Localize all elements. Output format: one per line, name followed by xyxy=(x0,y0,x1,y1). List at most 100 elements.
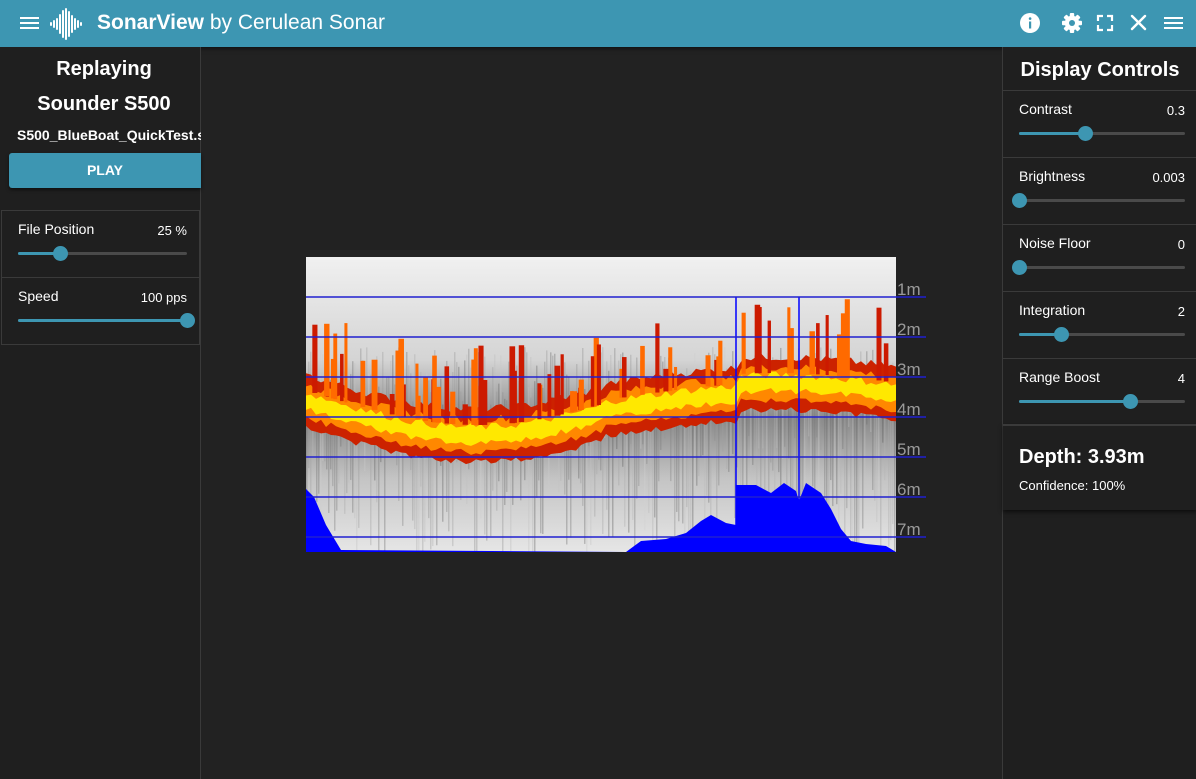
app-title-suffix: by Cerulean Sonar xyxy=(204,11,385,34)
echo-spike xyxy=(423,376,428,421)
noise-streak xyxy=(876,401,878,523)
echo-spike xyxy=(663,368,669,392)
slider-thumb[interactable] xyxy=(1012,193,1027,208)
playback-controls: File Position 25 % Speed 100 pps xyxy=(1,210,200,345)
menu-icon[interactable] xyxy=(1162,12,1184,34)
file-position-slider[interactable] xyxy=(18,246,187,261)
echo-spike xyxy=(596,344,601,406)
brightness-control: Brightness 0.003 xyxy=(1003,158,1196,225)
slider-thumb[interactable] xyxy=(180,313,195,328)
confidence-value: Confidence: 100% xyxy=(1019,478,1126,493)
speed-label: Speed xyxy=(18,288,59,304)
echo-spike xyxy=(560,354,564,415)
menu-icon[interactable] xyxy=(19,13,41,33)
fullscreen-icon[interactable] xyxy=(1094,12,1116,34)
echo-spike xyxy=(395,350,399,416)
display-controls-heading: Display Controls xyxy=(1020,59,1180,81)
noise-streak xyxy=(408,365,410,410)
echo-spike xyxy=(324,323,330,397)
echo-spike xyxy=(836,334,842,376)
echo-spike xyxy=(655,323,660,393)
depth-readout: Depth: 3.93m Confidence: 100% xyxy=(1003,424,1196,510)
brightness-slider[interactable] xyxy=(1012,193,1185,208)
noise-streak xyxy=(508,361,510,410)
integration-slider[interactable] xyxy=(1019,327,1185,342)
range-boost-label: Range Boost xyxy=(1019,369,1100,385)
noise-streak xyxy=(854,395,856,551)
echo-spike xyxy=(883,343,889,382)
depth-label: 7m xyxy=(897,520,921,539)
brightness-label: Brightness xyxy=(1019,168,1086,184)
display-controls-card: Contrast 0.3 Brightness 0.003 Noise Floo… xyxy=(1003,90,1196,425)
slider-thumb[interactable] xyxy=(1053,327,1069,342)
echo-spike xyxy=(590,356,595,407)
replay-panel: Replaying Sounder S500 S500_BlueBoat_Qui… xyxy=(0,47,201,779)
noise-streak xyxy=(894,402,896,552)
depth-label: 2m xyxy=(897,320,921,339)
echo-spike xyxy=(537,383,542,420)
range-boost-slider[interactable] xyxy=(1019,394,1185,409)
echo-spike xyxy=(450,391,456,425)
depth-label: 6m xyxy=(897,480,921,499)
echo-spike xyxy=(333,333,338,400)
contrast-slider[interactable] xyxy=(1019,126,1185,141)
echo-spike xyxy=(572,391,578,412)
echo-spike xyxy=(816,323,820,375)
info-icon[interactable] xyxy=(1019,12,1041,34)
noise-streak xyxy=(778,405,780,473)
contrast-control: Contrast 0.3 xyxy=(1003,91,1196,158)
integration-control: Integration 2 xyxy=(1003,292,1196,359)
display-controls-panel: Display Controls Contrast 0.3 Brightness… xyxy=(1002,47,1196,779)
echo-spike xyxy=(389,393,395,415)
file-position-label: File Position xyxy=(18,221,95,237)
app-title-brand: SonarView xyxy=(97,11,204,34)
app-bar: SonarView by Cerulean Sonar xyxy=(0,0,1196,47)
slider-fill xyxy=(1019,132,1086,135)
depth-label: 4m xyxy=(897,400,921,419)
integration-label: Integration xyxy=(1019,302,1086,318)
noise-streak xyxy=(800,404,802,511)
slider-thumb[interactable] xyxy=(1078,126,1094,141)
noise-streak xyxy=(602,347,604,534)
app-title: SonarView by Cerulean Sonar xyxy=(97,11,385,35)
close-icon[interactable] xyxy=(1128,12,1150,34)
file-position-control: File Position 25 % xyxy=(2,211,199,278)
slider-thumb[interactable] xyxy=(1012,260,1027,275)
replay-heading: Replaying xyxy=(56,58,152,80)
gear-icon[interactable] xyxy=(1061,12,1083,34)
noise-floor-value: 0 xyxy=(1177,237,1185,252)
echo-spike xyxy=(512,370,517,423)
contrast-value: 0.3 xyxy=(1166,103,1185,118)
speed-control: Speed 100 pps xyxy=(2,278,199,345)
speed-slider[interactable] xyxy=(18,313,195,328)
noise-streak xyxy=(874,405,876,501)
slider-thumb[interactable] xyxy=(1123,394,1139,409)
brightness-value: 0.003 xyxy=(1152,170,1185,185)
echo-spike xyxy=(787,307,791,374)
noise-streak xyxy=(458,366,460,411)
echo-spike xyxy=(578,379,584,410)
slider-thumb[interactable] xyxy=(53,246,69,261)
echo-spike xyxy=(518,345,525,423)
noise-floor-slider[interactable] xyxy=(1012,260,1185,275)
depth-label: 5m xyxy=(897,440,921,459)
echo-spike xyxy=(556,395,561,416)
echo-spike xyxy=(444,366,450,424)
echo-spike xyxy=(312,324,318,393)
speed-value: 100 pps xyxy=(140,290,187,305)
echo-spike xyxy=(668,347,673,391)
slider-fill xyxy=(1019,400,1131,403)
noise-streak xyxy=(836,399,838,505)
echo-spike xyxy=(478,362,484,425)
noise-floor-label: Noise Floor xyxy=(1019,235,1091,251)
noise-floor-control: Noise Floor 0 xyxy=(1003,225,1196,292)
echo-spike xyxy=(741,312,746,374)
echo-spike xyxy=(344,323,348,403)
echo-spike xyxy=(415,395,421,420)
echo-spike xyxy=(767,320,771,374)
echo-spike xyxy=(757,307,762,374)
echo-spike xyxy=(790,328,794,374)
play-button[interactable]: PLAY xyxy=(9,153,201,188)
range-boost-value: 4 xyxy=(1177,371,1185,386)
range-boost-control: Range Boost 4 xyxy=(1003,359,1196,426)
